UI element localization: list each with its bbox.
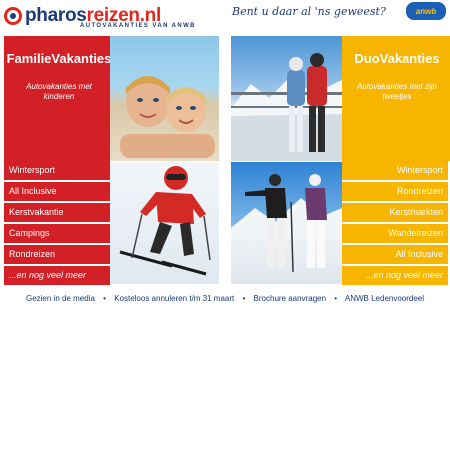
footer-separator: • (242, 294, 246, 303)
footer-separator: • (334, 294, 338, 303)
link-rondreizen[interactable]: Rondreizen (4, 245, 110, 264)
tagline: Bent u daar al 'ns geweest? (232, 5, 386, 18)
link-wintersport[interactable]: Wintersport (4, 161, 110, 180)
link-wintersport[interactable]: Wintersport (342, 161, 448, 180)
lighthouse-icon (4, 7, 22, 25)
kids-on-beach-illustration (120, 76, 215, 158)
link-kerstmarkten[interactable]: Kerstmarkten (342, 203, 448, 222)
anwb-logo: anwb (406, 2, 446, 20)
kid-skiing-illustration (119, 166, 211, 276)
couple-skiing-illustration (231, 174, 342, 273)
kid-skiing-photo[interactable] (110, 162, 219, 284)
kids-on-beach-photo[interactable] (110, 36, 219, 161)
link-wandelreizen[interactable]: Wandelreizen (342, 224, 448, 243)
footer-link-media[interactable]: Gezien in de media (26, 294, 95, 303)
footer-link-ledenvoordeel[interactable]: ANWB Ledenvoordeel (345, 294, 424, 303)
panel-title: FamilieVakanties (6, 51, 112, 66)
link-kerstvakantie[interactable]: Kerstvakantie (4, 203, 110, 222)
footer-link-annuleren[interactable]: Kosteloos annuleren t/m 31 maart (114, 294, 234, 303)
panel-subtitle: Autovakanties met kinderen (26, 82, 92, 101)
couple-on-balcony-photo[interactable] (231, 36, 342, 161)
couple-on-balcony-illustration (231, 53, 342, 161)
couple-skiing-photo[interactable] (231, 162, 342, 284)
familievakanties-links: Wintersport All Inclusive Kerstvakantie … (4, 161, 110, 287)
link-more[interactable]: ...en nog veel meer (342, 266, 448, 285)
footer-separator: • (103, 294, 106, 303)
duovakanties-links: Wintersport Rondreizen Kerstmarkten Wand… (342, 161, 448, 287)
link-all-inclusive[interactable]: All Inclusive (342, 245, 448, 264)
link-campings[interactable]: Campings (4, 224, 110, 243)
panel-subtitle: Autovakanties met zijn tweetjes (356, 82, 438, 101)
footer-links: Gezien in de media • Kosteloos annuleren… (0, 294, 450, 303)
link-more[interactable]: ...en nog veel meer (4, 266, 110, 285)
link-rondreizen[interactable]: Rondreizen (342, 182, 448, 201)
link-all-inclusive[interactable]: All Inclusive (4, 182, 110, 201)
duovakanties-panel[interactable]: DuoVakanties Autovakanties met zijn twee… (342, 36, 450, 161)
panel-title: DuoVakanties (354, 51, 440, 66)
logo-subtitle: AUTOVAKANTIES VAN ANWB (80, 23, 196, 29)
familievakanties-panel[interactable]: FamilieVakanties Autovakanties met kinde… (4, 36, 114, 161)
footer-link-brochure[interactable]: Brochure aanvragen (254, 294, 327, 303)
